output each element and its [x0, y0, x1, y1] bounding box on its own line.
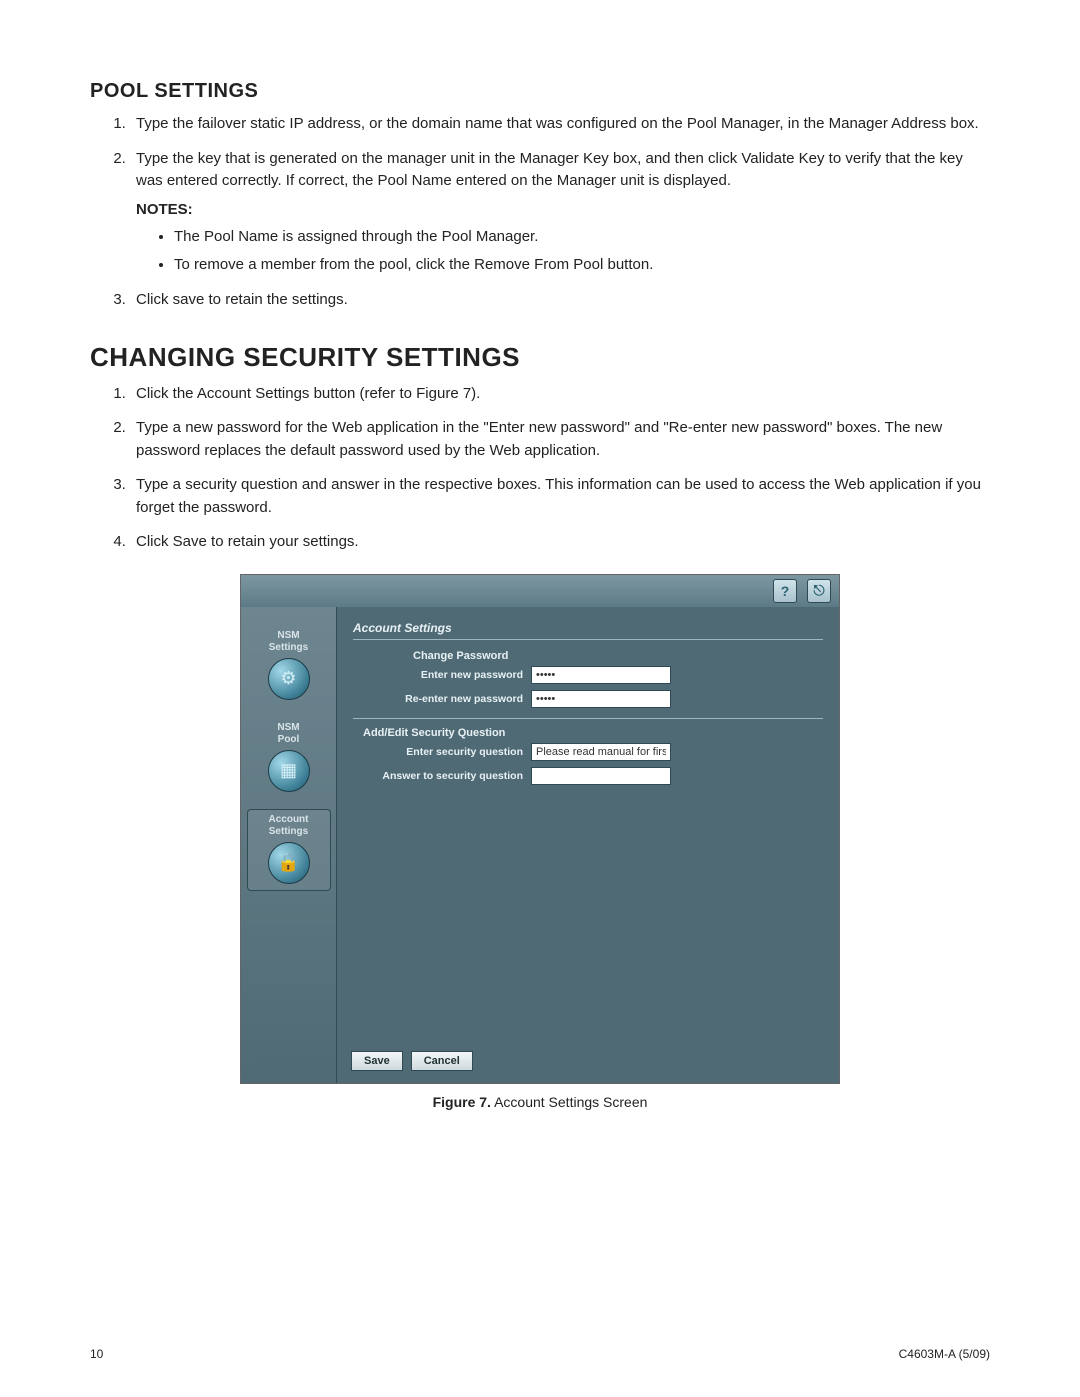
gear-icon: ⚙ [268, 658, 310, 700]
pool-note-2: To remove a member from the pool, click … [174, 253, 990, 277]
sidebar-item-nsm-settings[interactable]: NSM Settings ⚙ [247, 625, 331, 707]
pool-step-1: Type the failover static IP address, or … [130, 113, 990, 136]
security-step-1: Click the Account Settings button (refer… [130, 383, 990, 406]
reenter-new-password-row: Re-enter new password [353, 690, 823, 708]
reenter-new-password-input[interactable] [531, 690, 671, 708]
security-steps: Click the Account Settings button (refer… [130, 383, 990, 554]
security-step-2: Type a new password for the Web applicat… [130, 417, 990, 462]
security-answer-label: Answer to security question [353, 770, 531, 782]
sidebar-item-nsm-pool[interactable]: NSM Pool ▦ [247, 717, 331, 799]
lock-icon: 🔒 [268, 842, 310, 884]
help-icon[interactable]: ? [773, 579, 797, 603]
page-number: 10 [90, 1347, 103, 1361]
sidebar-item-label: NSM Pool [250, 722, 328, 746]
footer-buttons: Save Cancel [351, 1051, 473, 1071]
figure-label: Figure 7. [433, 1094, 491, 1110]
main-panel: Account Settings Change Password Enter n… [337, 607, 839, 1083]
figure-7-wrap: ? ⎋ NSM Settings ⚙ NSM Pool ▦ Account Se… [240, 574, 840, 1110]
figure-caption: Figure 7. Account Settings Screen [240, 1094, 840, 1110]
section-divider [353, 718, 823, 719]
notes-label: NOTES: [136, 199, 990, 222]
cancel-button[interactable]: Cancel [411, 1051, 473, 1071]
account-settings-screenshot: ? ⎋ NSM Settings ⚙ NSM Pool ▦ Account Se… [240, 574, 840, 1084]
security-step-4: Click Save to retain your settings. [130, 531, 990, 554]
sidebar: NSM Settings ⚙ NSM Pool ▦ Account Settin… [241, 607, 337, 1083]
pool-step-2: Type the key that is generated on the ma… [130, 148, 990, 278]
enter-new-password-input[interactable] [531, 666, 671, 684]
security-question-section: Add/Edit Security Question [353, 727, 823, 739]
page-footer: 10 C4603M-A (5/09) [90, 1347, 990, 1361]
pool-step-2-text: Type the key that is generated on the ma… [136, 150, 963, 190]
security-answer-row: Answer to security question [353, 767, 823, 785]
pool-settings-steps: Type the failover static IP address, or … [130, 113, 990, 312]
enter-new-password-label: Enter new password [353, 669, 531, 681]
app-topbar: ? ⎋ [241, 575, 839, 608]
sidebar-item-label: Account Settings [250, 814, 328, 838]
exit-icon[interactable]: ⎋ [807, 579, 831, 603]
document-page: POOL SETTINGS Type the failover static I… [0, 0, 1080, 1397]
sidebar-item-account-settings[interactable]: Account Settings 🔒 [247, 809, 331, 891]
changing-security-heading: CHANGING SECURITY SETTINGS [90, 342, 990, 373]
security-answer-input[interactable] [531, 767, 671, 785]
security-question-row: Enter security question [353, 743, 823, 761]
sidebar-item-label: NSM Settings [250, 630, 328, 654]
change-password-section: Change Password [353, 650, 823, 662]
enter-new-password-row: Enter new password [353, 666, 823, 684]
reenter-new-password-label: Re-enter new password [353, 693, 531, 705]
figure-caption-text: Account Settings Screen [494, 1094, 647, 1110]
save-button[interactable]: Save [351, 1051, 403, 1071]
pool-note-1: The Pool Name is assigned through the Po… [174, 225, 990, 249]
pool-notes-list: The Pool Name is assigned through the Po… [156, 225, 990, 277]
app-body: NSM Settings ⚙ NSM Pool ▦ Account Settin… [241, 607, 839, 1083]
panel-title: Account Settings [353, 621, 823, 640]
pool-step-3: Click save to retain the settings. [130, 289, 990, 312]
pool-settings-heading: POOL SETTINGS [90, 80, 990, 103]
security-question-label: Enter security question [353, 746, 531, 758]
pool-icon: ▦ [268, 750, 310, 792]
doc-id: C4603M-A (5/09) [899, 1347, 990, 1361]
security-step-3: Type a security question and answer in t… [130, 474, 990, 519]
security-question-input[interactable] [531, 743, 671, 761]
